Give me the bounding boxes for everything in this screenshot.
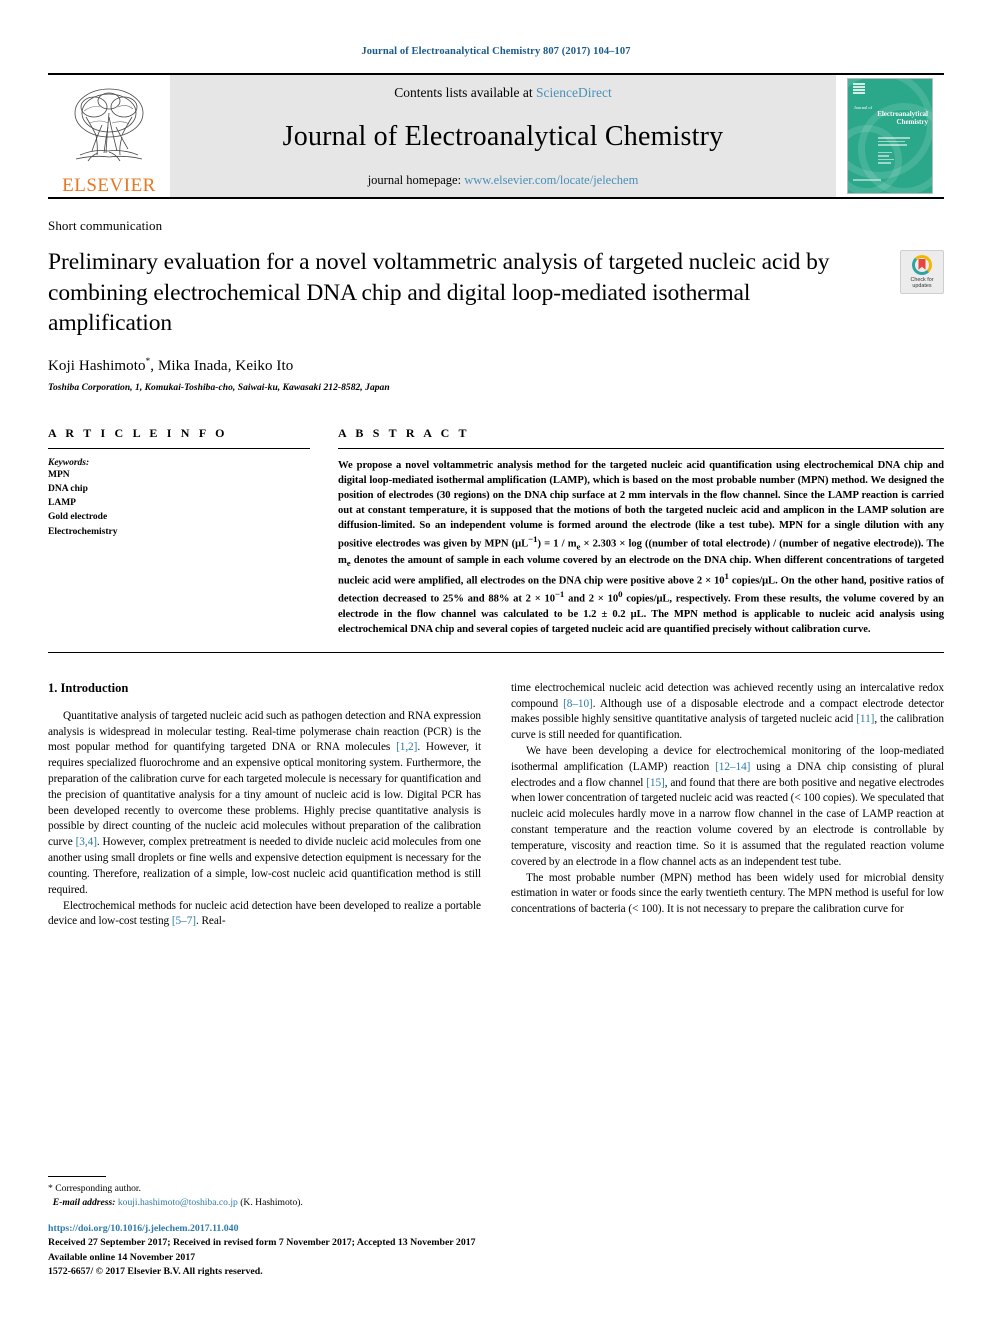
citation-link[interactable]: [5–7] — [172, 915, 196, 927]
sciencedirect-link[interactable]: ScienceDirect — [536, 85, 612, 100]
introduction-heading: 1. Introduction — [48, 680, 129, 695]
journal-cover-cell: Journal of Electroanalytical Chemistry — [836, 75, 944, 197]
journal-title: Journal of Electroanalytical Chemistry — [282, 121, 724, 152]
elsevier-wordmark: ELSEVIER — [62, 175, 156, 196]
cover-title-line2: Electroanalytical — [877, 110, 928, 119]
doi-link[interactable]: https://doi.org/10.1016/j.jelechem.2017.… — [48, 1222, 496, 1236]
affiliation: Toshiba Corporation, 1, Komukai-Toshiba-… — [48, 382, 390, 393]
abstract-text: We propose a novel voltammetric analysis… — [338, 459, 945, 635]
keyword-item: LAMP — [48, 498, 76, 509]
paragraph: We have been developing a device for ele… — [511, 745, 944, 868]
citation-link[interactable]: [15] — [646, 777, 665, 789]
keyword-item: MPN — [48, 469, 70, 480]
cover-text-block — [878, 137, 924, 173]
keyword-item: Gold electrode — [48, 512, 108, 523]
keyword-item: Electrochemistry — [48, 526, 118, 537]
citation-link[interactable]: [12–14] — [715, 761, 750, 773]
crossmark-icon — [912, 254, 932, 275]
elsevier-tree-icon — [74, 88, 144, 162]
abstract-bottom-rule — [48, 651, 944, 653]
abstract-rule — [338, 447, 944, 449]
article-info-column: A R T I C L E I N F O Keywords: MPN DNA … — [48, 426, 310, 637]
author-list: Koji Hashimoto*, Mika Inada, Keiko Ito — [48, 355, 294, 374]
corresponding-author-note: * Corresponding author. — [48, 1183, 141, 1195]
email-suffix: (K. Hashimoto). — [240, 1197, 303, 1209]
paragraph: Quantitative analysis of targeted nuclei… — [48, 709, 481, 896]
info-abstract-block: A R T I C L E I N F O Keywords: MPN DNA … — [48, 426, 944, 637]
paragraph: time electrochemical nucleic acid detect… — [511, 681, 944, 742]
citation-link[interactable]: [8–10] — [563, 698, 593, 710]
received-dates: Received 27 September 2017; Received in … — [48, 1237, 476, 1249]
contents-line: Contents lists available at ScienceDirec… — [394, 85, 611, 101]
abstract-column: A B S T R A C T We propose a novel volta… — [338, 426, 944, 637]
cover-footer-marks — [853, 179, 927, 187]
keyword-item: DNA chip — [48, 483, 88, 494]
crossmark-label: Check for updates — [910, 277, 933, 289]
page-footer: * Corresponding author. E-mail address: … — [48, 1176, 496, 1279]
body-column-left: 1. Introduction Quantitative analysis of… — [48, 681, 481, 930]
citation-link[interactable]: [11] — [856, 713, 874, 725]
cover-title: Journal of Electroanalytical Chemistry — [854, 105, 928, 126]
keywords-label: Keywords: — [48, 457, 90, 468]
paragraph: The most probable number (MPN) method ha… — [511, 871, 944, 916]
homepage-line: journal homepage: www.elsevier.com/locat… — [368, 173, 639, 188]
running-head: Journal of Electroanalytical Chemistry 8… — [361, 46, 631, 57]
masthead-center: Contents lists available at ScienceDirec… — [170, 75, 836, 197]
journal-masthead: ELSEVIER Contents lists available at Sci… — [48, 73, 944, 197]
title-row: Preliminary evaluation for a novel volta… — [48, 247, 944, 339]
article-page: Journal of Electroanalytical Chemistry 8… — [0, 0, 992, 1323]
homepage-prefix: journal homepage: — [367, 173, 465, 187]
journal-cover-thumbnail: Journal of Electroanalytical Chemistry — [847, 78, 933, 194]
homepage-link[interactable]: www.elsevier.com/locate/jelechem — [464, 173, 638, 187]
paragraph: Electrochemical methods for nucleic acid… — [48, 899, 481, 928]
citation-link[interactable]: [1,2] — [396, 741, 417, 753]
crossmark-label-line2: updates — [912, 283, 932, 289]
available-online: Available online 14 November 2017 — [48, 1251, 196, 1263]
abstract-heading: A B S T R A C T — [338, 425, 470, 440]
body-column-right: time electrochemical nucleic acid detect… — [511, 681, 944, 930]
crossmark-label-line1: Check for — [910, 276, 934, 283]
page-title: Preliminary evaluation for a novel volta… — [48, 249, 830, 337]
article-info-heading: A R T I C L E I N F O — [48, 425, 228, 440]
email-label: E-mail address: — [52, 1197, 116, 1209]
section-type: Short communication — [48, 218, 163, 233]
article-info-rule — [48, 447, 310, 449]
crossmark-badge[interactable]: Check for updates — [900, 250, 944, 294]
cover-elsevier-mark — [853, 83, 865, 97]
masthead-bottom-rule — [48, 197, 944, 199]
email-link[interactable]: kouji.hashimoto@toshiba.co.jp — [118, 1197, 238, 1208]
email-note: E-mail address: kouji.hashimoto@toshiba.… — [48, 1196, 496, 1210]
publication-info: https://doi.org/10.1016/j.jelechem.2017.… — [48, 1222, 496, 1279]
footnote-rule — [48, 1176, 106, 1178]
body-columns: 1. Introduction Quantitative analysis of… — [48, 681, 944, 930]
copyright-line: 1572-6657/ © 2017 Elsevier B.V. All righ… — [48, 1265, 263, 1277]
contents-prefix: Contents lists available at — [394, 85, 536, 100]
citation-link[interactable]: [3,4] — [76, 836, 97, 848]
cover-title-line3: Chemistry — [896, 118, 929, 127]
elsevier-logo: ELSEVIER — [48, 75, 170, 197]
